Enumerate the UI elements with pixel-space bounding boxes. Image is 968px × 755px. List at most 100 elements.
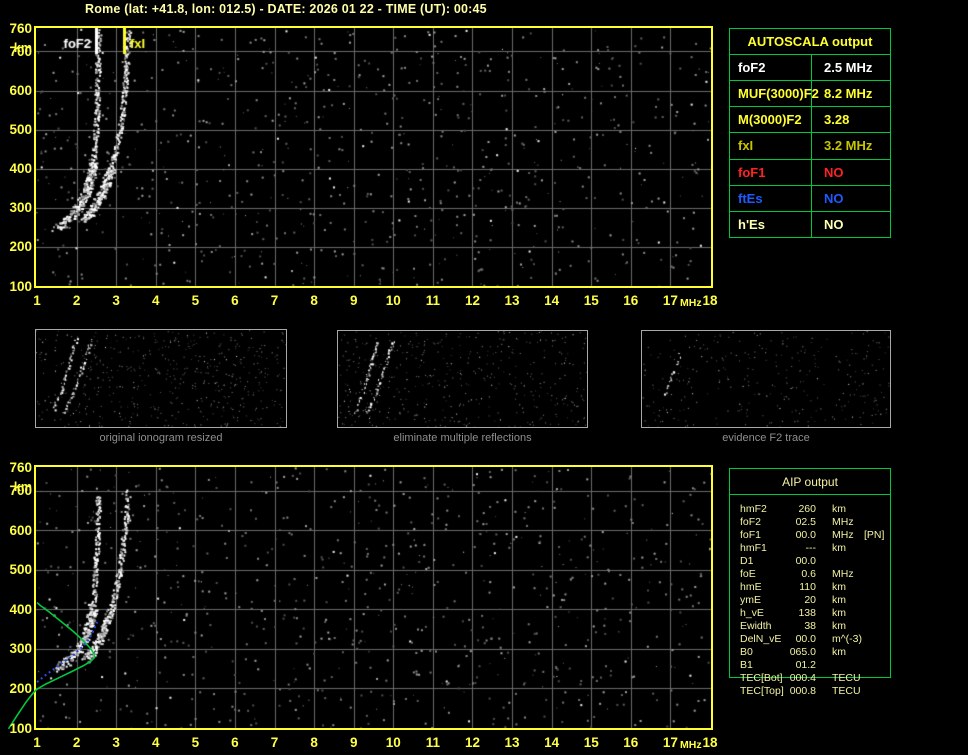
aip-param-unit: MHz <box>832 529 854 541</box>
main-ionogram-canvas <box>36 28 711 286</box>
y-axis-tick: 100 <box>9 720 32 736</box>
aip-row-h_ve: h_vE 138 km <box>740 607 884 620</box>
autoscala-table-body: foF2 2.5 MHz MUF(3000)F2 8.2 MHz M(3000)F2 3.… <box>730 55 890 237</box>
y-axis-tick: 100 <box>9 278 32 294</box>
x-axis-tick: 11 <box>425 735 441 750</box>
panel-eliminate-reflections-canvas <box>338 331 587 427</box>
aip-param-name: foF1 <box>740 529 762 541</box>
aip-row-hme: hmE 110 km <box>740 581 884 594</box>
profile-ionogram-canvas <box>36 467 711 728</box>
x-axis-tick: 4 <box>151 735 160 750</box>
y-axis-tick: 760 <box>9 459 32 475</box>
aip-param-unit: MHz <box>832 568 854 580</box>
x-axis-tick: 1 <box>33 293 41 308</box>
aip-param-unit <box>832 555 862 568</box>
panel-evidence-f2-trace <box>641 330 891 428</box>
autoscala-param-value: NO <box>824 216 844 232</box>
x-axis-tick: 5 <box>191 293 200 308</box>
y-axis-tick: 500 <box>9 562 32 578</box>
aip-param-unit: m^(-3) <box>832 633 863 645</box>
aip-param-value: 138 <box>798 607 816 619</box>
aip-row-hmf2: hmF2 260 km <box>740 503 884 516</box>
aip-param-value: 00.0 <box>795 529 816 541</box>
y-axis-tick: 200 <box>9 680 32 696</box>
aip-param-unit: km <box>832 620 846 632</box>
panel-caption-eliminate: eliminate multiple reflections <box>393 432 532 444</box>
aip-param-value: 00.0 <box>795 555 816 567</box>
x-axis-tick: 2 <box>72 735 81 750</box>
aip-row-tec[bot]: TEC[Bot] 000.4 TECU <box>740 672 884 685</box>
autoscala-row-fof1: foF1 NO <box>730 159 890 186</box>
aip-param-unit: km <box>832 542 846 554</box>
aip-param-name: B0 <box>740 646 753 658</box>
aip-param-name: D1 <box>740 555 754 567</box>
aip-row-b0: B0 065.0 km <box>740 646 884 659</box>
panel-eliminate-reflections <box>337 330 588 428</box>
aip-row-hmf1: hmF1 --- km <box>740 542 884 555</box>
x-axis-tick: 10 <box>385 293 401 308</box>
aip-param-value: 00.0 <box>795 633 816 645</box>
y-axis-tick: 600 <box>9 83 32 99</box>
aip-param-unit <box>832 659 862 672</box>
aip-param-value: 110 <box>799 581 816 593</box>
aip-param-unit: km <box>832 594 846 606</box>
y-axis-unit-label: km <box>13 41 32 55</box>
autoscala-output-table: AUTOSCALA output foF2 2.5 MHz MUF(3000)F2 8… <box>729 28 891 238</box>
aip-param-extra: [PN] <box>864 529 885 541</box>
aip-row-fof2: foF2 02.5 MHz <box>740 516 884 529</box>
aip-param-value: 000.8 <box>789 685 816 697</box>
autoscala-row-ftes: ftEs NO <box>730 185 890 212</box>
x-axis-tick: 3 <box>112 735 120 750</box>
autoscala-row-fof2: foF2 2.5 MHz <box>730 55 890 82</box>
x-axis-tick: 12 <box>464 735 480 750</box>
autoscala-param-value: 3.28 <box>824 112 850 128</box>
x-axis-tick: 8 <box>310 735 318 750</box>
x-axis-tick: 10 <box>385 735 401 750</box>
aip-row-b1: B1 01.2 <box>740 659 884 672</box>
aip-param-unit: km <box>832 581 846 593</box>
autoscala-screen: Rome (lat: +41.8, lon: 012.5) - DATE: 20… <box>0 0 968 755</box>
aip-table-header: AIP output <box>782 475 838 489</box>
aip-row-fof1: foF1 00.0 MHz [PN] <box>740 529 884 542</box>
autoscala-row-h'es: h'Es NO <box>730 211 890 237</box>
aip-param-name: ymE <box>740 594 761 606</box>
y-axis-tick: 760 <box>9 20 32 36</box>
aip-row-deln_ve: DelN_vE 00.0 m^(-3) <box>740 633 884 646</box>
autoscala-row-muf(3000)f2: MUF(3000)F2 8.2 MHz <box>730 81 890 108</box>
aip-row-d1: D1 00.0 <box>740 555 884 568</box>
aip-param-name: TEC[Bot] <box>740 672 783 684</box>
x-axis-tick: 16 <box>623 293 639 308</box>
aip-param-name: h_vE <box>740 607 764 619</box>
page-title: Rome (lat: +41.8, lon: 012.5) - DATE: 20… <box>85 2 487 16</box>
x-axis-tick: 6 <box>231 735 239 750</box>
aip-param-value: 02.5 <box>795 516 816 528</box>
autoscala-row-fxi: fxI 3.2 MHz <box>730 133 890 160</box>
autoscala-param-value: NO <box>824 190 844 206</box>
x-axis-unit-label: MHz <box>680 297 702 309</box>
aip-param-unit: TECU <box>832 685 861 697</box>
autoscala-param-label: h'Es <box>730 211 812 237</box>
autoscala-param-value: NO <box>824 164 844 180</box>
aip-table-rows: hmF2 260 km foF2 02.5 MHz foF1 00.0 MHz [PN] hmF1 -… <box>740 503 884 698</box>
aip-param-name: foE <box>740 568 756 580</box>
aip-param-unit: TECU <box>832 672 861 684</box>
aip-param-value: 01.2 <box>795 659 816 671</box>
x-axis-tick: 13 <box>504 293 520 308</box>
aip-param-value: 38 <box>804 620 816 632</box>
autoscala-param-value: 3.2 MHz <box>824 138 873 154</box>
autoscala-row-m(3000)f2: M(3000)F2 3.28 <box>730 107 890 134</box>
x-axis-tick: 9 <box>349 735 358 750</box>
y-axis-tick: 600 <box>9 522 32 538</box>
x-axis-tick: 9 <box>349 293 358 308</box>
x-axis-tick: 16 <box>623 735 639 750</box>
aip-param-unit: km <box>832 503 846 515</box>
autoscala-param-label: M(3000)F2 <box>730 107 812 133</box>
aip-param-name: hmE <box>740 581 762 593</box>
x-axis-unit-label: MHz <box>680 739 702 751</box>
aip-header-divider <box>729 494 891 495</box>
autoscala-param-value: 2.5 MHz <box>824 60 873 76</box>
aip-param-name: foF2 <box>740 516 762 528</box>
x-axis-tick: 4 <box>151 293 160 308</box>
autoscala-param-value: 8.2 MHz <box>824 86 873 102</box>
aip-param-unit: km <box>832 607 846 619</box>
